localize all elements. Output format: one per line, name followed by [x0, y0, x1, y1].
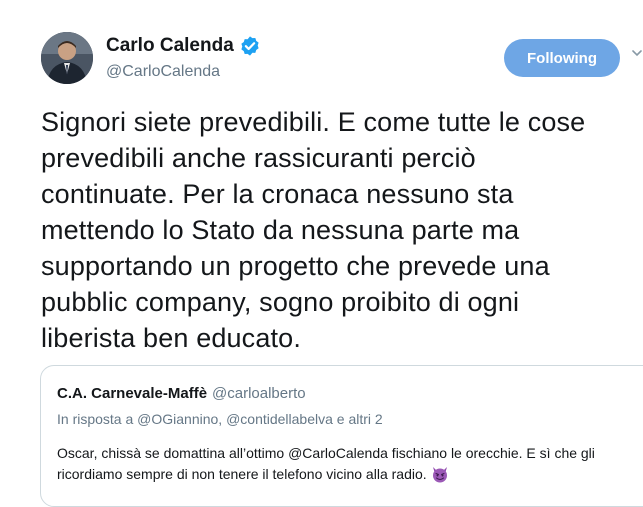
quoted-author-handle: @carloalberto — [212, 385, 306, 402]
verified-badge-icon — [241, 36, 259, 56]
author-handle[interactable]: @CarloCalenda — [106, 63, 220, 81]
avatar-photo — [41, 32, 93, 84]
author-name[interactable]: Carlo Calenda — [106, 35, 234, 57]
tweet-text: Signori siete prevedibili. E come tutte … — [41, 107, 586, 353]
reply-context: In risposta a @OGiannino, @contidellabel… — [57, 411, 383, 427]
chevron-down-icon[interactable] — [631, 47, 643, 59]
quoted-tweet-body: Oscar, chissà se domattina all’ottimo @C… — [57, 445, 595, 482]
following-button[interactable]: Following — [504, 39, 620, 77]
quoted-tweet-text: Oscar, chissà se domattina all’ottimo @C… — [57, 443, 643, 485]
quoted-tweet-card[interactable]: C.A. Carnevale-Maffè @carloalberto In ri… — [40, 365, 643, 507]
smiling-devil-emoji-icon — [432, 467, 447, 483]
avatar[interactable] — [41, 32, 93, 84]
quoted-author-name: C.A. Carnevale-Maffè — [57, 385, 208, 402]
